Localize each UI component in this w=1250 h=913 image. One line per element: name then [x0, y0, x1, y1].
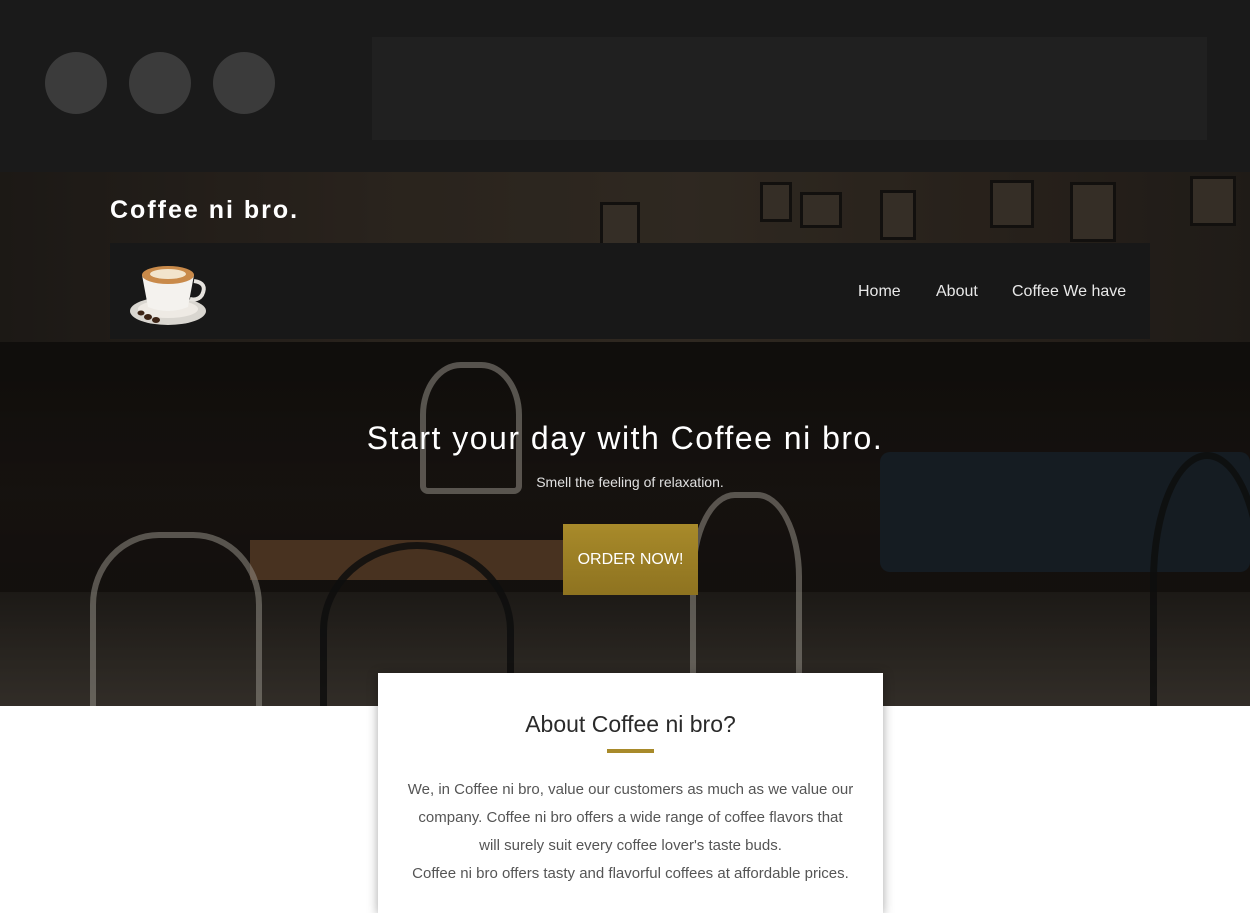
nav-link-home[interactable]: Home [858, 283, 901, 301]
browser-chrome [0, 0, 1250, 172]
about-title-underline [607, 749, 654, 753]
window-button-close[interactable] [45, 52, 107, 114]
order-now-button[interactable]: ORDER NOW! [563, 524, 698, 595]
address-bar[interactable] [372, 37, 1207, 140]
hero-title: Start your day with Coffee ni bro. [366, 420, 884, 456]
nav-link-about[interactable]: About [936, 283, 978, 301]
about-paragraph-1: We, in Coffee ni bro, value our customer… [407, 781, 854, 854]
nav-link-coffee-we-have[interactable]: Coffee We have [1012, 283, 1126, 301]
about-title: About Coffee ni bro? [525, 711, 736, 737]
about-paragraph-2: Coffee ni bro offers tasty and flavorful… [412, 865, 849, 882]
navbar: Home About Coffee We have [110, 243, 1150, 339]
about-text: We, in Coffee ni bro, value our customer… [406, 776, 855, 888]
about-card: About Coffee ni bro? We, in Coffee ni br… [378, 673, 883, 913]
coffee-cup-logo-icon[interactable] [128, 253, 208, 329]
window-button-minimize[interactable] [129, 52, 191, 114]
site-brand[interactable]: Coffee ni bro. [110, 196, 299, 225]
hero-subtitle: Smell the feeling of relaxation. [536, 474, 724, 490]
window-button-maximize[interactable] [213, 52, 275, 114]
